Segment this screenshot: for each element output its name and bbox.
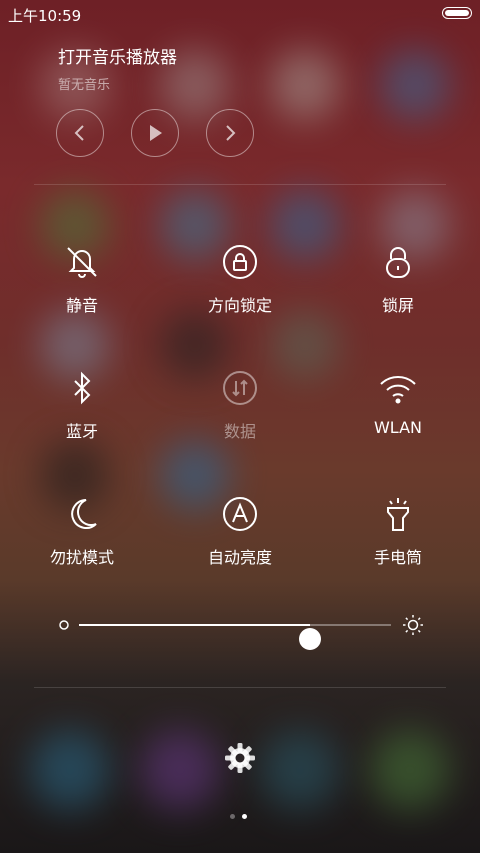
toggle-bluetooth[interactable]: 蓝牙 <box>12 366 152 442</box>
previous-button[interactable] <box>56 109 104 157</box>
page-indicator <box>230 812 252 820</box>
chevron-left-icon <box>74 125 84 141</box>
chevron-right-icon <box>226 125 236 141</box>
music-title[interactable]: 打开音乐播放器 <box>58 43 177 68</box>
settings-button[interactable] <box>222 740 258 776</box>
toggle-wlan-label: WLAN <box>373 418 422 437</box>
mobile-data-icon <box>223 371 257 405</box>
toggle-flashlight-label: 手电筒 <box>373 548 422 567</box>
toggle-auto-brightness-label: 自动亮度 <box>207 548 272 567</box>
toggle-bluetooth-label: 蓝牙 <box>65 422 98 441</box>
gear-icon <box>225 743 255 773</box>
toggle-do-not-disturb-label: 勿扰模式 <box>49 548 114 567</box>
brightness-track[interactable] <box>79 624 391 650</box>
toggle-rotation-lock-label: 方向锁定 <box>207 296 272 315</box>
wifi-icon <box>380 375 416 404</box>
toggle-rotation-lock[interactable]: 方向锁定 <box>170 240 310 316</box>
moon-icon <box>71 499 97 529</box>
brightness-high-icon <box>403 615 423 635</box>
toggle-flashlight[interactable]: 手电筒 <box>328 492 468 568</box>
status-bar: 上午10:59 <box>0 0 480 28</box>
bell-mute-icon <box>67 247 97 278</box>
music-widget[interactable]: 打开音乐播放器 暂无音乐 <box>58 43 177 93</box>
battery-icon <box>442 7 472 19</box>
page-dot-2[interactable] <box>242 814 247 819</box>
play-button[interactable] <box>131 109 179 157</box>
auto-brightness-icon <box>223 497 257 531</box>
bluetooth-icon <box>74 371 91 405</box>
brightness-fill <box>79 624 310 626</box>
toggle-wlan[interactable]: WLAN <box>328 366 468 437</box>
flashlight-icon <box>387 498 409 531</box>
toggle-do-not-disturb[interactable]: 勿扰模式 <box>12 492 152 568</box>
toggle-mobile-data[interactable]: 数据 <box>170 366 310 442</box>
brightness-low-icon <box>59 620 69 630</box>
toggle-mute-label: 静音 <box>65 296 98 315</box>
toggle-lock-screen[interactable]: 锁屏 <box>328 240 468 316</box>
toggle-auto-brightness[interactable]: 自动亮度 <box>170 492 310 568</box>
toggle-mute[interactable]: 静音 <box>12 240 152 316</box>
page-dot-1[interactable] <box>230 814 235 819</box>
toggle-mobile-data-label: 数据 <box>223 422 256 441</box>
rotation-lock-icon <box>223 245 257 279</box>
brightness-thumb[interactable] <box>298 628 321 650</box>
divider-bottom <box>34 687 446 688</box>
divider-top <box>34 184 446 185</box>
lock-icon <box>386 247 410 278</box>
play-icon <box>150 125 162 141</box>
brightness-slider[interactable] <box>58 610 428 650</box>
toggle-lock-screen-label: 锁屏 <box>381 296 414 315</box>
music-subtitle: 暂无音乐 <box>58 78 111 93</box>
music-controls <box>56 109 266 159</box>
status-time: 上午10:59 <box>8 7 82 25</box>
next-button[interactable] <box>206 109 254 157</box>
